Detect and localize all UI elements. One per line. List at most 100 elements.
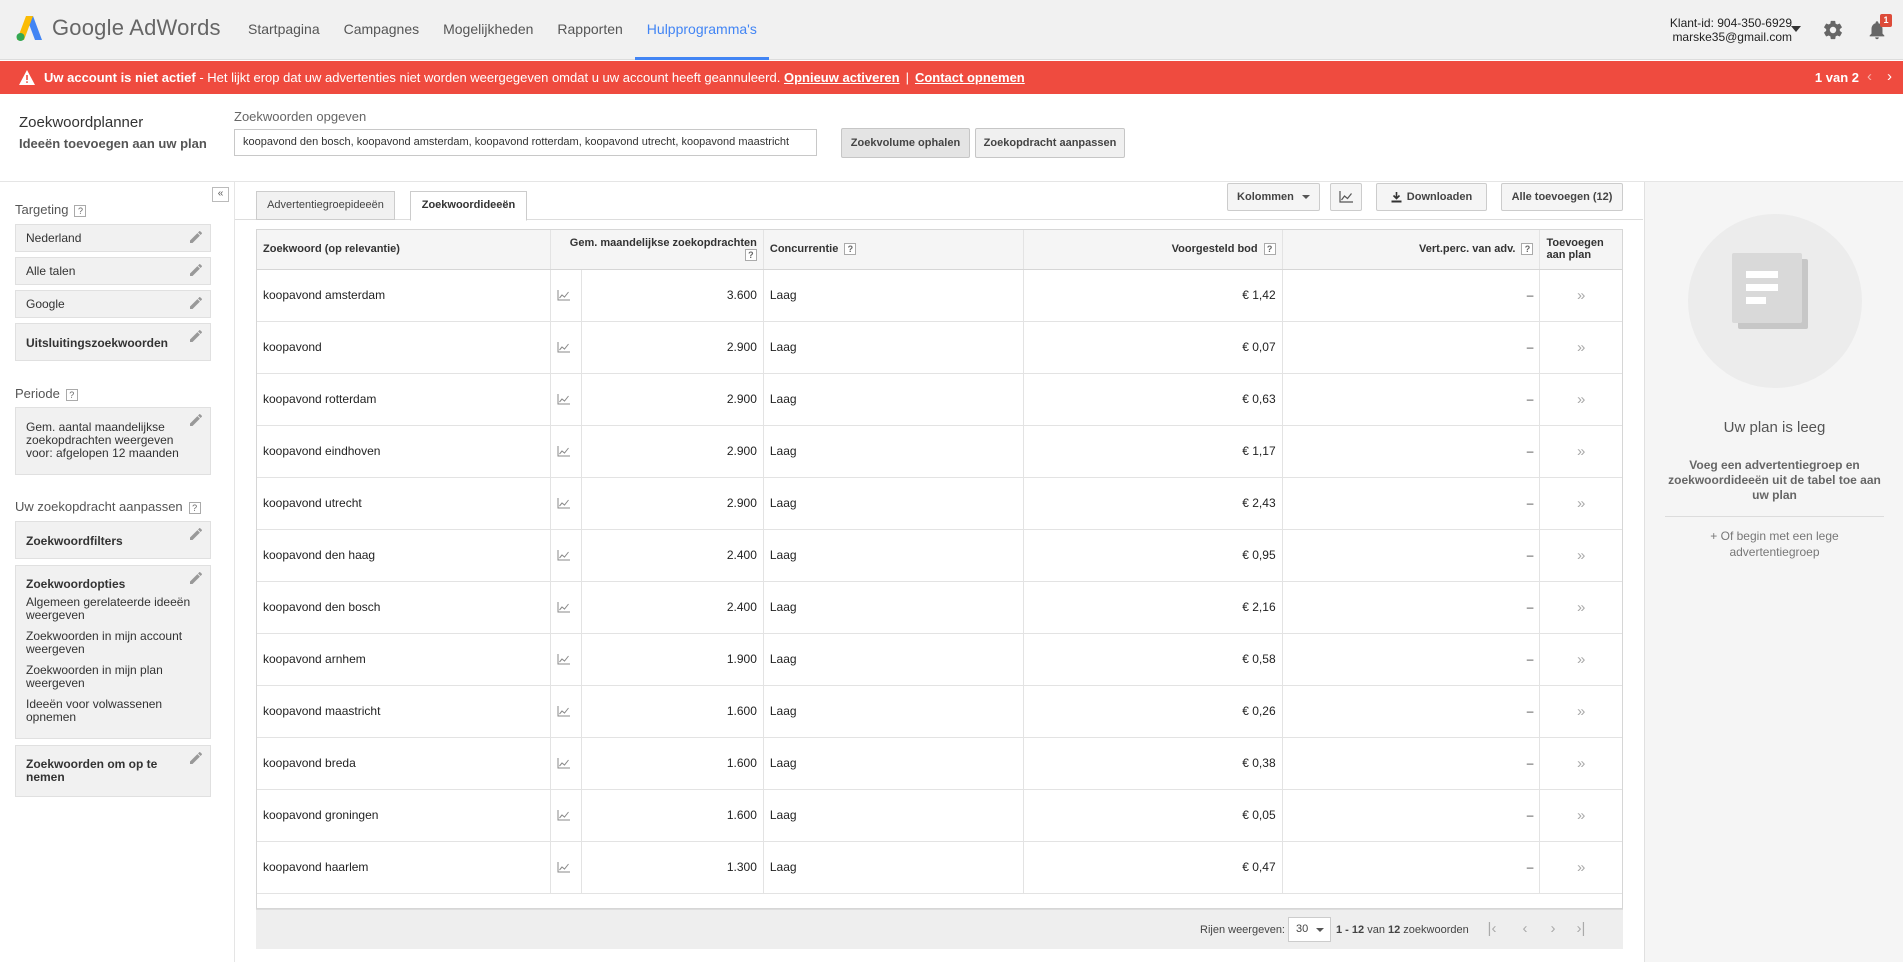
col-adshare[interactable]: Vert.perc. van adv.? xyxy=(1282,230,1541,270)
trend-chart-icon[interactable] xyxy=(557,446,571,457)
targeting-network[interactable]: Google xyxy=(15,290,211,318)
pencil-icon[interactable] xyxy=(190,330,202,342)
tab-keyword-ideas[interactable]: Zoekwoordideeën xyxy=(410,191,527,221)
trend-cell[interactable] xyxy=(550,841,583,894)
first-page-icon[interactable]: |‹ xyxy=(1482,917,1502,942)
collapse-sidebar-button[interactable]: « xyxy=(212,187,229,202)
add-to-plan-button[interactable]: » xyxy=(1539,529,1622,582)
add-to-plan-button[interactable]: » xyxy=(1539,685,1622,738)
keyword-options[interactable]: Zoekwoordopties Algemeen gerelateerde id… xyxy=(15,565,211,739)
rows-per-page-select[interactable]: 30 xyxy=(1288,917,1331,942)
account-info[interactable]: Klant-id: 904-350-6929 marske35@gmail.co… xyxy=(1670,16,1792,44)
add-to-plan-button[interactable]: » xyxy=(1539,321,1622,374)
trend-chart-icon[interactable] xyxy=(557,654,571,665)
nav-mogelijkheden[interactable]: Mogelijkheden xyxy=(431,0,545,60)
trend-chart-icon[interactable] xyxy=(557,394,571,405)
add-to-plan-button[interactable]: » xyxy=(1539,737,1622,790)
trend-chart-icon[interactable] xyxy=(557,550,571,561)
last-page-icon[interactable]: ›| xyxy=(1571,917,1591,942)
add-to-plan-button[interactable]: » xyxy=(1539,581,1622,634)
help-icon[interactable]: ? xyxy=(1521,243,1534,256)
next-page-icon[interactable]: › xyxy=(1543,917,1563,942)
trend-cell[interactable] xyxy=(550,269,583,322)
trend-chart-icon[interactable] xyxy=(557,342,571,353)
trend-cell[interactable] xyxy=(550,373,583,426)
add-to-plan-button[interactable]: » xyxy=(1539,425,1622,478)
trend-cell[interactable] xyxy=(550,633,583,686)
col-keyword[interactable]: Zoekwoord (op relevantie) xyxy=(257,230,552,270)
add-to-plan-button[interactable]: » xyxy=(1539,633,1622,686)
chevron-down-icon[interactable] xyxy=(1791,26,1801,32)
prev-page-icon[interactable]: ‹ xyxy=(1515,917,1535,942)
pencil-icon[interactable] xyxy=(190,264,202,276)
chart-toggle-button[interactable] xyxy=(1330,183,1362,211)
help-icon[interactable]: ? xyxy=(74,204,87,217)
tab-adgroup-ideas[interactable]: Advertentiegroepideeën xyxy=(256,191,395,220)
nav-startpagina[interactable]: Startpagina xyxy=(236,0,332,60)
period-setting[interactable]: Gem. aantal maandelijkse zoekopdrachten … xyxy=(15,407,211,475)
trend-chart-icon[interactable] xyxy=(557,498,571,509)
col-searches[interactable]: Gem. maandelijkse zoekopdrachten? xyxy=(550,230,764,270)
pencil-icon[interactable] xyxy=(190,414,202,426)
add-all-button[interactable]: Alle toevoegen (12) xyxy=(1501,183,1623,211)
trend-cell[interactable] xyxy=(550,581,583,634)
trend-cell[interactable] xyxy=(550,425,583,478)
trend-chart-icon[interactable] xyxy=(557,602,571,613)
trend-chart-icon[interactable] xyxy=(557,810,571,821)
add-to-plan-button[interactable]: » xyxy=(1539,373,1622,426)
trend-cell[interactable] xyxy=(550,685,583,738)
reactivate-link[interactable]: Opnieuw activeren xyxy=(784,70,900,85)
adjust-search-button[interactable]: Zoekopdracht aanpassen xyxy=(975,128,1125,158)
add-to-plan-button[interactable]: » xyxy=(1539,477,1622,530)
trend-cell[interactable] xyxy=(550,529,583,582)
col-competition[interactable]: Concurrentie? xyxy=(763,230,1024,270)
nav-rapporten[interactable]: Rapporten xyxy=(545,0,634,60)
pencil-icon[interactable] xyxy=(190,297,202,309)
add-to-plan-button[interactable]: » xyxy=(1539,841,1622,894)
columns-button[interactable]: Kolommen xyxy=(1227,183,1320,211)
download-button[interactable]: Downloaden xyxy=(1376,183,1487,211)
contact-link[interactable]: Contact opnemen xyxy=(915,70,1025,85)
pencil-icon[interactable] xyxy=(190,231,202,243)
col-bid[interactable]: Voorgesteld bod? xyxy=(1023,230,1283,270)
get-volume-button[interactable]: Zoekvolume ophalen xyxy=(841,128,970,158)
pencil-icon[interactable] xyxy=(190,528,202,540)
help-icon[interactable]: ? xyxy=(744,249,757,262)
trend-chart-icon[interactable] xyxy=(557,758,571,769)
trend-chart-icon[interactable] xyxy=(557,862,571,873)
keyword-filters[interactable]: Zoekwoordfilters xyxy=(15,521,211,559)
help-icon[interactable]: ? xyxy=(188,501,201,514)
help-icon[interactable]: ? xyxy=(1263,243,1276,256)
trend-cell[interactable] xyxy=(550,477,583,530)
adwords-logo[interactable]: Google AdWords xyxy=(14,13,221,43)
option-line: weergeven xyxy=(26,642,85,656)
keywords-input[interactable]: koopavond den bosch, koopavond amsterdam… xyxy=(234,129,817,156)
chevron-left-icon[interactable]: ‹ xyxy=(1867,68,1872,85)
keyword-cell: koopavond rotterdam xyxy=(257,373,552,426)
targeting-negative-keywords[interactable]: Uitsluitingszoekwoorden xyxy=(15,323,211,361)
gear-icon[interactable] xyxy=(1822,19,1844,41)
trend-cell[interactable] xyxy=(550,737,583,790)
pencil-icon[interactable] xyxy=(190,752,202,764)
nav-hulpprogrammas[interactable]: Hulpprogramma's xyxy=(634,0,769,60)
targeting-language[interactable]: Alle talen xyxy=(15,257,211,285)
trend-cell[interactable] xyxy=(550,789,583,842)
add-to-plan-button[interactable]: » xyxy=(1539,269,1622,322)
keywords-to-include[interactable]: Zoekwoorden om op te nemen xyxy=(15,745,211,797)
empty-adgroup-link[interactable]: + Of begin met een lege advertentiegroep xyxy=(1665,528,1884,560)
chevron-right-icon[interactable]: › xyxy=(1887,68,1892,85)
trend-cell[interactable] xyxy=(550,321,583,374)
trend-chart-icon[interactable] xyxy=(557,290,571,301)
period-line: voor: afgelopen 12 maanden xyxy=(26,446,179,460)
adshare-cell: – xyxy=(1282,685,1541,738)
trend-chart-icon[interactable] xyxy=(557,706,571,717)
help-icon[interactable]: ? xyxy=(844,243,857,256)
pencil-icon[interactable] xyxy=(190,572,202,584)
competition-cell: Laag xyxy=(763,737,1024,790)
add-to-plan-button[interactable]: » xyxy=(1539,789,1622,842)
nav-campagnes[interactable]: Campagnes xyxy=(332,0,432,60)
searches-cell: 1.900 xyxy=(581,633,764,686)
help-icon[interactable]: ? xyxy=(65,388,78,401)
targeting-location[interactable]: Nederland xyxy=(15,224,211,252)
keyword-cell: koopavond haarlem xyxy=(257,841,552,894)
